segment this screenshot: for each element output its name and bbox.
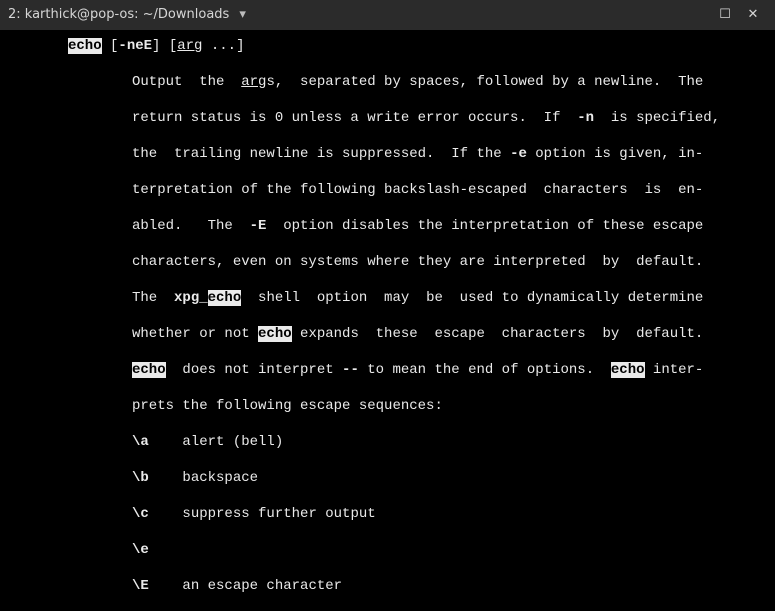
flag-big-e: -E [250,218,267,234]
esc-def: backspace [182,470,258,486]
desc-text: inter- [645,362,704,378]
esc-code: \e [132,542,149,558]
desc-text: does not interpret [166,362,342,378]
terminal-output: echo [-neE] [arg ...] Output the args, s… [0,30,775,611]
desc-text: shell option may be used to dynamically … [241,290,703,306]
desc-text: whether or not [132,326,258,342]
desc-text: return status is 0 unless a write error … [132,110,577,126]
syn-arg: arg [177,38,202,54]
esc-code: \c [132,506,149,522]
esc-code: \E [132,578,149,594]
desc-text: to mean the end of options. [359,362,611,378]
echo-ref: echo [611,362,645,378]
desc-text: prets the following escape sequences: [132,398,443,414]
flag-n: -n [577,110,594,126]
desc-text: terpretation of the following backslash-… [132,182,703,198]
flag-e: -e [510,146,527,162]
close-icon[interactable]: ✕ [739,6,767,24]
double-dash: -- [342,362,359,378]
echo-ref: echo [258,326,292,342]
esc-def: an escape character [182,578,342,594]
titlebar: 2: karthick@pop-os: ~/Downloads ▾ ☐ ✕ [0,0,775,30]
syn-flags: -neE [118,38,152,54]
esc-def: alert (bell) [182,434,283,450]
desc-text: Output the [132,74,241,90]
window-title: 2: karthick@pop-os: ~/Downloads [8,6,229,24]
echo-ref: echo [132,362,166,378]
desc-text: the trailing newline is suppressed. If t… [132,146,510,162]
echo-ref: echo [208,290,242,306]
arg-ref: arg [241,74,266,90]
xpg-prefix: xpg_ [174,290,208,306]
esc-def: suppress further output [182,506,375,522]
maximize-icon[interactable]: ☐ [711,6,739,24]
desc-text: option disables the interpretation of th… [266,218,703,234]
cmd-name: echo [68,38,102,54]
desc-text: abled. The [132,218,250,234]
esc-code: \a [132,434,149,450]
desc-text: is specified, [594,110,720,126]
desc-text: The [132,290,174,306]
desc-text: option is given, in- [527,146,703,162]
desc-text: s, separated by spaces, followed by a ne… [266,74,703,90]
desc-text: characters, even on systems where they a… [132,254,703,270]
dropdown-icon[interactable]: ▾ [239,6,246,24]
esc-code: \b [132,470,149,486]
desc-text: expands these escape characters by defau… [292,326,704,342]
